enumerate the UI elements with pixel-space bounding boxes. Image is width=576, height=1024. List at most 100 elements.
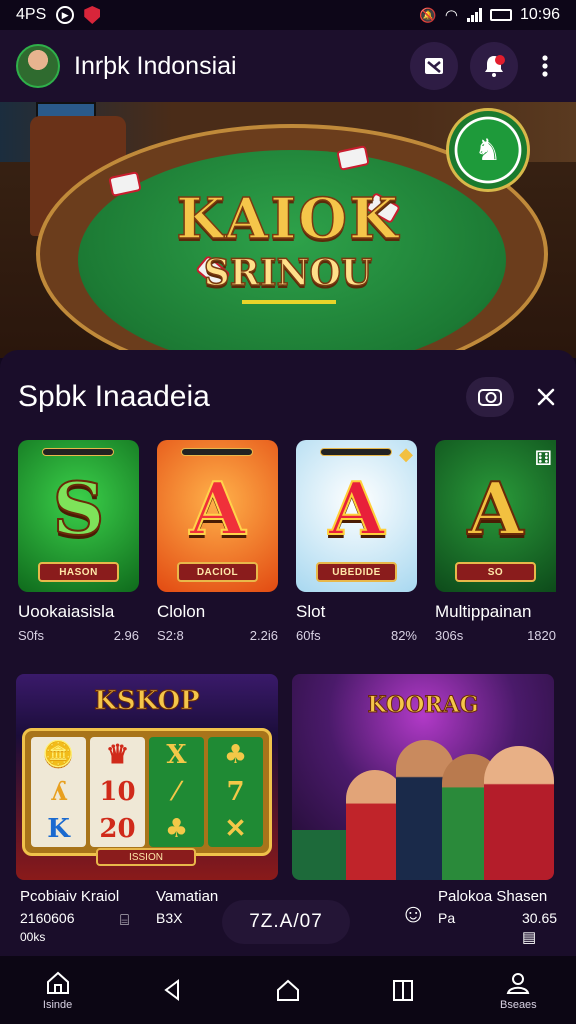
promo-logo: KSKOP <box>94 686 200 717</box>
game-plate: SO <box>455 562 536 582</box>
game-name: Clolon <box>157 602 206 621</box>
game-letter: A <box>328 465 386 552</box>
game-letter: A <box>189 465 247 552</box>
home-outline-icon <box>46 971 69 994</box>
hero-logo-title: KAIOK <box>176 185 400 253</box>
game-plate: UBEDIDE <box>316 562 397 582</box>
game-meta: 60fs 82% <box>296 628 417 643</box>
game-card[interactable]: S HASON Uookaiasisla S0fs 2.96 <box>18 440 139 643</box>
shield-icon <box>84 6 101 24</box>
game-name: Slot <box>296 602 326 621</box>
camera-button[interactable] <box>466 377 514 417</box>
promo-left-line2: 2160606 <box>20 910 75 926</box>
profile-glyph-icon: ☺ <box>400 898 427 928</box>
promo-right-line3: 30.65 <box>522 910 558 926</box>
promo-logo: KOORAG <box>367 692 479 719</box>
calendar-icon[interactable]: ▤ <box>522 928 536 946</box>
games-sheet: Spbk Inaadeia S HASON Uookaiasisla S0fs <box>0 350 576 956</box>
bell-icon <box>485 55 505 77</box>
nav-label-home: Isinde <box>42 999 73 1011</box>
promo-middle-line2: B3X <box>156 910 183 926</box>
status-time-right: 10:96 <box>519 6 560 23</box>
game-thumbnail: A SO ⚅ <box>435 440 556 592</box>
promo-left-line3: 00ks <box>20 930 46 944</box>
game-card[interactable]: A UBEDIDE ◆ Slot 60fs 82% <box>296 440 417 643</box>
promo-code-pill[interactable]: 7Z.A/07 <box>222 900 350 944</box>
game-meta-right: 1820 <box>527 628 556 643</box>
game-card[interactable]: A DACIOL Clolon S2:8 2.2i6 <box>157 440 278 643</box>
more-vertical-icon <box>542 55 548 77</box>
nav-back-button[interactable] <box>133 977 213 1003</box>
slot-reel: 🪙 ʎ K <box>31 737 86 847</box>
casino-badge-icon[interactable]: ♞ <box>446 108 530 192</box>
bottom-navigation: Isinde Bseaes <box>0 956 576 1024</box>
game-meta-right: 82% <box>390 628 417 643</box>
promo-plate: ISSION <box>96 848 196 866</box>
thumbnail-bar <box>181 448 253 456</box>
dealers-illustration <box>292 730 554 880</box>
play-icon: ▶ <box>56 6 75 24</box>
game-meta: S2:8 2.2i6 <box>157 628 278 643</box>
nav-label-profile: Bseaes <box>499 999 537 1011</box>
nav-item-home[interactable]: Isinde <box>18 969 98 1011</box>
promo-info-row: Pcobiaiv Kraiol 2160606 00ks ⌸ Vamatian … <box>16 884 560 954</box>
app-title: Inrþk Indonsiai <box>74 51 237 80</box>
image-icon <box>425 58 443 74</box>
slot-reel: ♣ 7 ✕ <box>208 737 263 847</box>
game-name: Multippainan <box>435 602 532 621</box>
game-thumbnail: A UBEDIDE ◆ <box>296 440 417 592</box>
game-letter: S <box>52 465 106 552</box>
game-thumbnail: A DACIOL <box>157 440 278 592</box>
recents-icon <box>393 980 414 1001</box>
notifications-button[interactable] <box>470 42 518 90</box>
game-cards-row: S HASON Uookaiasisla S0fs 2.96 A DACIOL … <box>18 440 558 643</box>
camera-icon <box>478 389 502 406</box>
slot-reel: ♛ 10 20 <box>90 737 145 847</box>
sheet-header: Spbk Inaadeia <box>18 372 558 422</box>
game-meta-right: 2.96 <box>113 628 139 643</box>
app-header: Inrþk Indonsiai <box>0 30 576 102</box>
gallery-button[interactable] <box>410 42 458 90</box>
battery-icon <box>489 9 512 21</box>
promo-row: KSKOP 🪙 ʎ K ♛ 10 20 X ⁄ ♣ ♣ 7 ✕ ISSION KOORAG <box>16 674 560 884</box>
game-plate: HASON <box>38 562 119 582</box>
game-meta-left: 306s <box>435 628 464 643</box>
badge-emblem-icon: ♞ <box>474 132 502 168</box>
game-meta-right: 2.2i6 <box>249 628 278 643</box>
game-meta-left: S2:8 <box>157 628 184 643</box>
dice-icon: ⚅ <box>534 448 552 470</box>
promo-live-casino-banner[interactable]: KOORAG <box>292 674 554 880</box>
slot-reels: 🪙 ʎ K ♛ 10 20 X ⁄ ♣ ♣ 7 ✕ <box>22 728 272 856</box>
avatar[interactable] <box>16 44 60 88</box>
dealer-figure <box>484 746 554 880</box>
hero-logo-subtitle: SRINOU <box>203 251 373 295</box>
status-time-left: 4PS <box>16 6 47 23</box>
promo-right-line2: Pa <box>438 910 456 926</box>
nav-home-button[interactable] <box>248 976 328 1004</box>
diamond-icon: ◆ <box>399 444 413 464</box>
more-options-button[interactable] <box>530 42 560 90</box>
game-plate: DACIOL <box>177 562 258 582</box>
promo-middle-title: Vamatian <box>156 888 219 905</box>
home-icon <box>276 979 299 1001</box>
thumbnail-bar <box>320 448 392 456</box>
game-meta: S0fs 2.96 <box>18 628 139 643</box>
promo-right-title: Palokoa Shasen <box>438 888 548 905</box>
hero-banner[interactable]: KAIOK SRINOU ♞ <box>0 102 576 358</box>
hero-logo-underline <box>242 300 336 304</box>
signal-icon <box>466 8 482 22</box>
game-thumbnail: S HASON <box>18 440 139 592</box>
thumbnail-bar <box>42 448 114 456</box>
status-bar: 4PS ▶ 🔕 ◠ 10:96 <box>0 0 576 30</box>
bookmark-icon[interactable]: ⌸ <box>120 912 129 929</box>
nav-item-profile[interactable]: Bseaes <box>478 969 558 1011</box>
promo-left-title: Pcobiaiv Kraiol <box>20 888 120 905</box>
game-name: Uookaiasisla <box>18 602 115 621</box>
wifi-icon: ◠ <box>444 7 458 24</box>
sheet-title: Spbk Inaadeia <box>18 380 210 413</box>
nav-recents-button[interactable] <box>363 976 443 1004</box>
close-icon[interactable] <box>534 385 558 409</box>
promo-slot-banner[interactable]: KSKOP 🪙 ʎ K ♛ 10 20 X ⁄ ♣ ♣ 7 ✕ ISSION <box>16 674 278 880</box>
game-card[interactable]: A SO ⚅ Multippainan 306s 1820 <box>435 440 556 643</box>
game-meta-left: 60fs <box>296 628 321 643</box>
